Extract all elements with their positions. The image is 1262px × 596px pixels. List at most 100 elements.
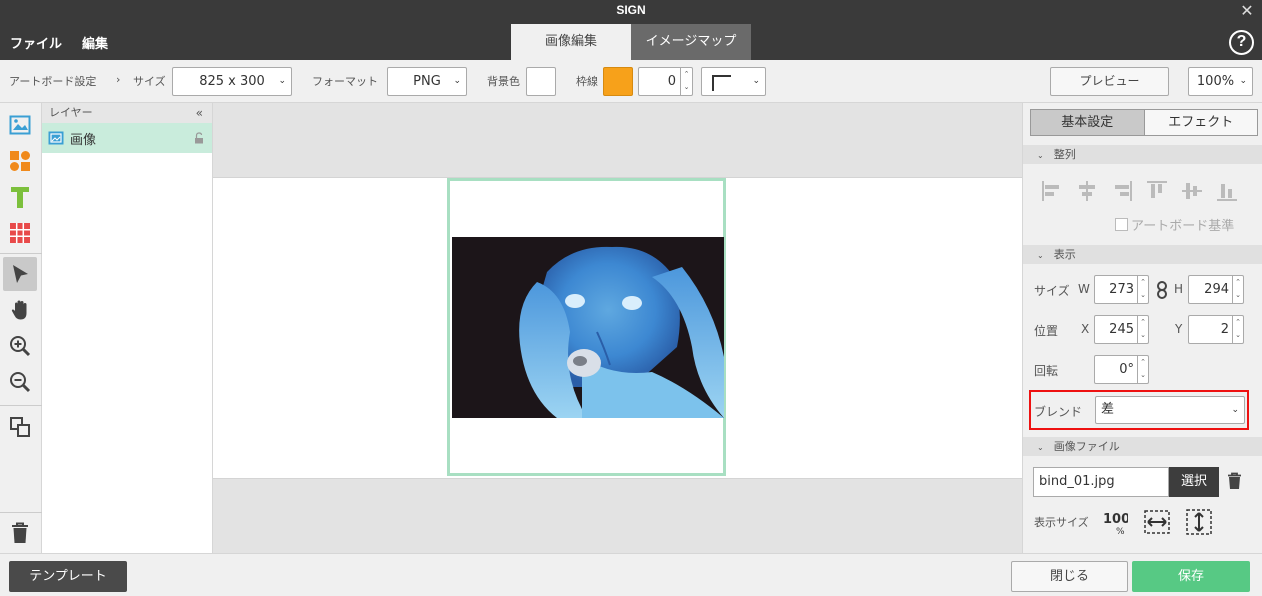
svg-text:100: 100 <box>1103 512 1128 527</box>
align-bottom-icon[interactable] <box>1215 179 1239 203</box>
select-tool[interactable] <box>3 257 37 291</box>
selected-image-frame[interactable] <box>447 178 726 476</box>
select-file-button[interactable]: 選択 <box>1169 467 1219 497</box>
canvas-area[interactable] <box>213 103 1022 553</box>
grid-icon <box>10 223 30 243</box>
align-section-header[interactable]: ⌄ 整列 <box>1023 145 1262 164</box>
align-right-icon[interactable] <box>1110 179 1134 203</box>
zoom-out-tool[interactable] <box>3 365 37 399</box>
image-tool[interactable] <box>3 108 37 142</box>
corner-style-select[interactable]: ⌄ <box>701 67 766 96</box>
zoom-in-tool[interactable] <box>3 329 37 363</box>
align-buttons <box>1040 179 1239 203</box>
arrange-icon <box>10 417 30 437</box>
tab-image-edit[interactable]: 画像編集 <box>511 24 631 60</box>
tab-basic-settings[interactable]: 基本設定 <box>1031 110 1145 135</box>
hand-tool[interactable] <box>3 293 37 327</box>
zoom-select[interactable]: 100% ⌄ <box>1188 67 1253 96</box>
format-label: フォーマット <box>312 75 378 88</box>
table-tool[interactable] <box>3 216 37 250</box>
spin-arrows-icon[interactable]: ⌃ ⌄ <box>1137 316 1148 343</box>
image-file-section-header[interactable]: ⌄ 画像ファイル <box>1023 437 1262 456</box>
y-label: Y <box>1175 322 1183 336</box>
close-button[interactable]: 閉じる <box>1011 561 1128 592</box>
align-center-v-icon[interactable] <box>1180 179 1204 203</box>
template-button[interactable]: テンプレート <box>9 561 127 592</box>
text-tool[interactable] <box>3 180 37 214</box>
bg-color-swatch[interactable] <box>526 67 556 96</box>
artboard[interactable] <box>213 177 1022 479</box>
actual-size-icon[interactable]: 100% <box>1102 509 1128 535</box>
fit-width-icon[interactable] <box>1144 510 1170 534</box>
chevron-down-icon: ⌄ <box>752 76 760 86</box>
menu-edit[interactable]: 編集 <box>82 33 108 52</box>
layer-item[interactable]: 画像 <box>42 123 212 153</box>
props-tabs: 基本設定 エフェクト <box>1030 109 1258 136</box>
align-top-icon[interactable] <box>1145 179 1169 203</box>
zoom-value: 100% <box>1196 74 1235 89</box>
close-icon[interactable]: ✕ <box>1238 2 1256 20</box>
trash-icon <box>12 522 28 543</box>
spin-arrows-icon[interactable]: ⌃ ⌄ <box>1232 316 1243 343</box>
image-file-section-title: 画像ファイル <box>1053 440 1120 453</box>
divider <box>0 512 42 513</box>
artboard-base-option[interactable]: アートボード基準 <box>1115 215 1234 234</box>
tool-palette <box>0 103 42 553</box>
collapse-icon[interactable]: « <box>196 103 203 123</box>
align-left-icon[interactable] <box>1040 179 1064 203</box>
border-width-input[interactable]: 0 ⌃ ⌄ <box>638 67 693 96</box>
layer-label: 画像 <box>70 132 97 148</box>
dog-photo[interactable] <box>452 237 724 418</box>
bg-color-label: 背景色 <box>487 75 520 88</box>
image-layer-icon <box>48 131 64 145</box>
tab-image-map[interactable]: イメージマップ <box>631 24 751 60</box>
text-icon <box>11 187 29 208</box>
size-label: サイズ <box>133 75 166 88</box>
corner-style-icon <box>712 75 731 91</box>
rotation-input[interactable]: 0° ⌃ ⌄ <box>1094 355 1149 384</box>
tab-effect[interactable]: エフェクト <box>1144 110 1257 135</box>
x-input[interactable]: 245 ⌃ ⌄ <box>1094 315 1149 344</box>
artboard-toolbar: アートボード設定 › サイズ 825 x 300 ⌄ フォーマット PNG ⌄ … <box>0 60 1262 103</box>
artboard-base-checkbox[interactable] <box>1115 218 1128 231</box>
title-bar: SIGN ✕ ファイル 編集 画像編集 イメージマップ ? <box>0 0 1262 60</box>
shapes-icon <box>10 151 30 171</box>
spin-arrows-icon[interactable]: ⌃ ⌄ <box>1137 356 1148 383</box>
spin-arrows-icon[interactable]: ⌃ ⌄ <box>1232 276 1243 303</box>
delete-tool[interactable] <box>3 516 37 550</box>
menu-file[interactable]: ファイル <box>10 33 62 52</box>
file-name-field[interactable]: bind_01.jpg <box>1033 467 1169 497</box>
hand-icon <box>11 300 27 320</box>
breadcrumb-separator: › <box>116 73 121 86</box>
chevron-down-icon: ⌄ <box>1037 251 1044 260</box>
border-color-swatch[interactable] <box>603 67 633 96</box>
format-select[interactable]: PNG ⌄ <box>387 67 467 96</box>
artboard-settings-label: アートボード設定 <box>9 75 97 88</box>
spin-arrows-icon[interactable]: ⌃ ⌄ <box>680 68 692 95</box>
blend-select[interactable]: 差 ⌄ <box>1095 396 1245 424</box>
size-select[interactable]: 825 x 300 ⌄ <box>172 67 292 96</box>
width-input[interactable]: 273 ⌃ ⌄ <box>1094 275 1149 304</box>
y-input[interactable]: 2 ⌃ ⌄ <box>1188 315 1244 344</box>
unlock-icon[interactable] <box>194 132 204 144</box>
help-icon[interactable]: ? <box>1229 30 1254 55</box>
shape-tool[interactable] <box>3 144 37 178</box>
zoom-in-icon <box>10 336 31 357</box>
link-icon[interactable] <box>1155 281 1169 299</box>
blend-value: 差 <box>1101 402 1115 417</box>
file-name-value: bind_01.jpg <box>1039 474 1115 489</box>
preview-button[interactable]: プレビュー <box>1050 67 1169 96</box>
chevron-down-icon: ⌄ <box>278 76 286 86</box>
fit-height-icon[interactable] <box>1186 509 1212 535</box>
align-center-h-icon[interactable] <box>1075 179 1099 203</box>
height-value: 294 <box>1204 282 1229 297</box>
save-button[interactable]: 保存 <box>1132 561 1250 592</box>
height-input[interactable]: 294 ⌃ ⌄ <box>1188 275 1244 304</box>
width-value: 273 <box>1109 282 1134 297</box>
trash-icon[interactable] <box>1227 472 1242 490</box>
chevron-down-icon: ⌄ <box>1037 151 1044 160</box>
display-section-header[interactable]: ⌄ 表示 <box>1023 245 1262 264</box>
spin-arrows-icon[interactable]: ⌃ ⌄ <box>1137 276 1148 303</box>
zoom-out-icon <box>10 372 31 393</box>
arrange-tool[interactable] <box>3 410 37 444</box>
